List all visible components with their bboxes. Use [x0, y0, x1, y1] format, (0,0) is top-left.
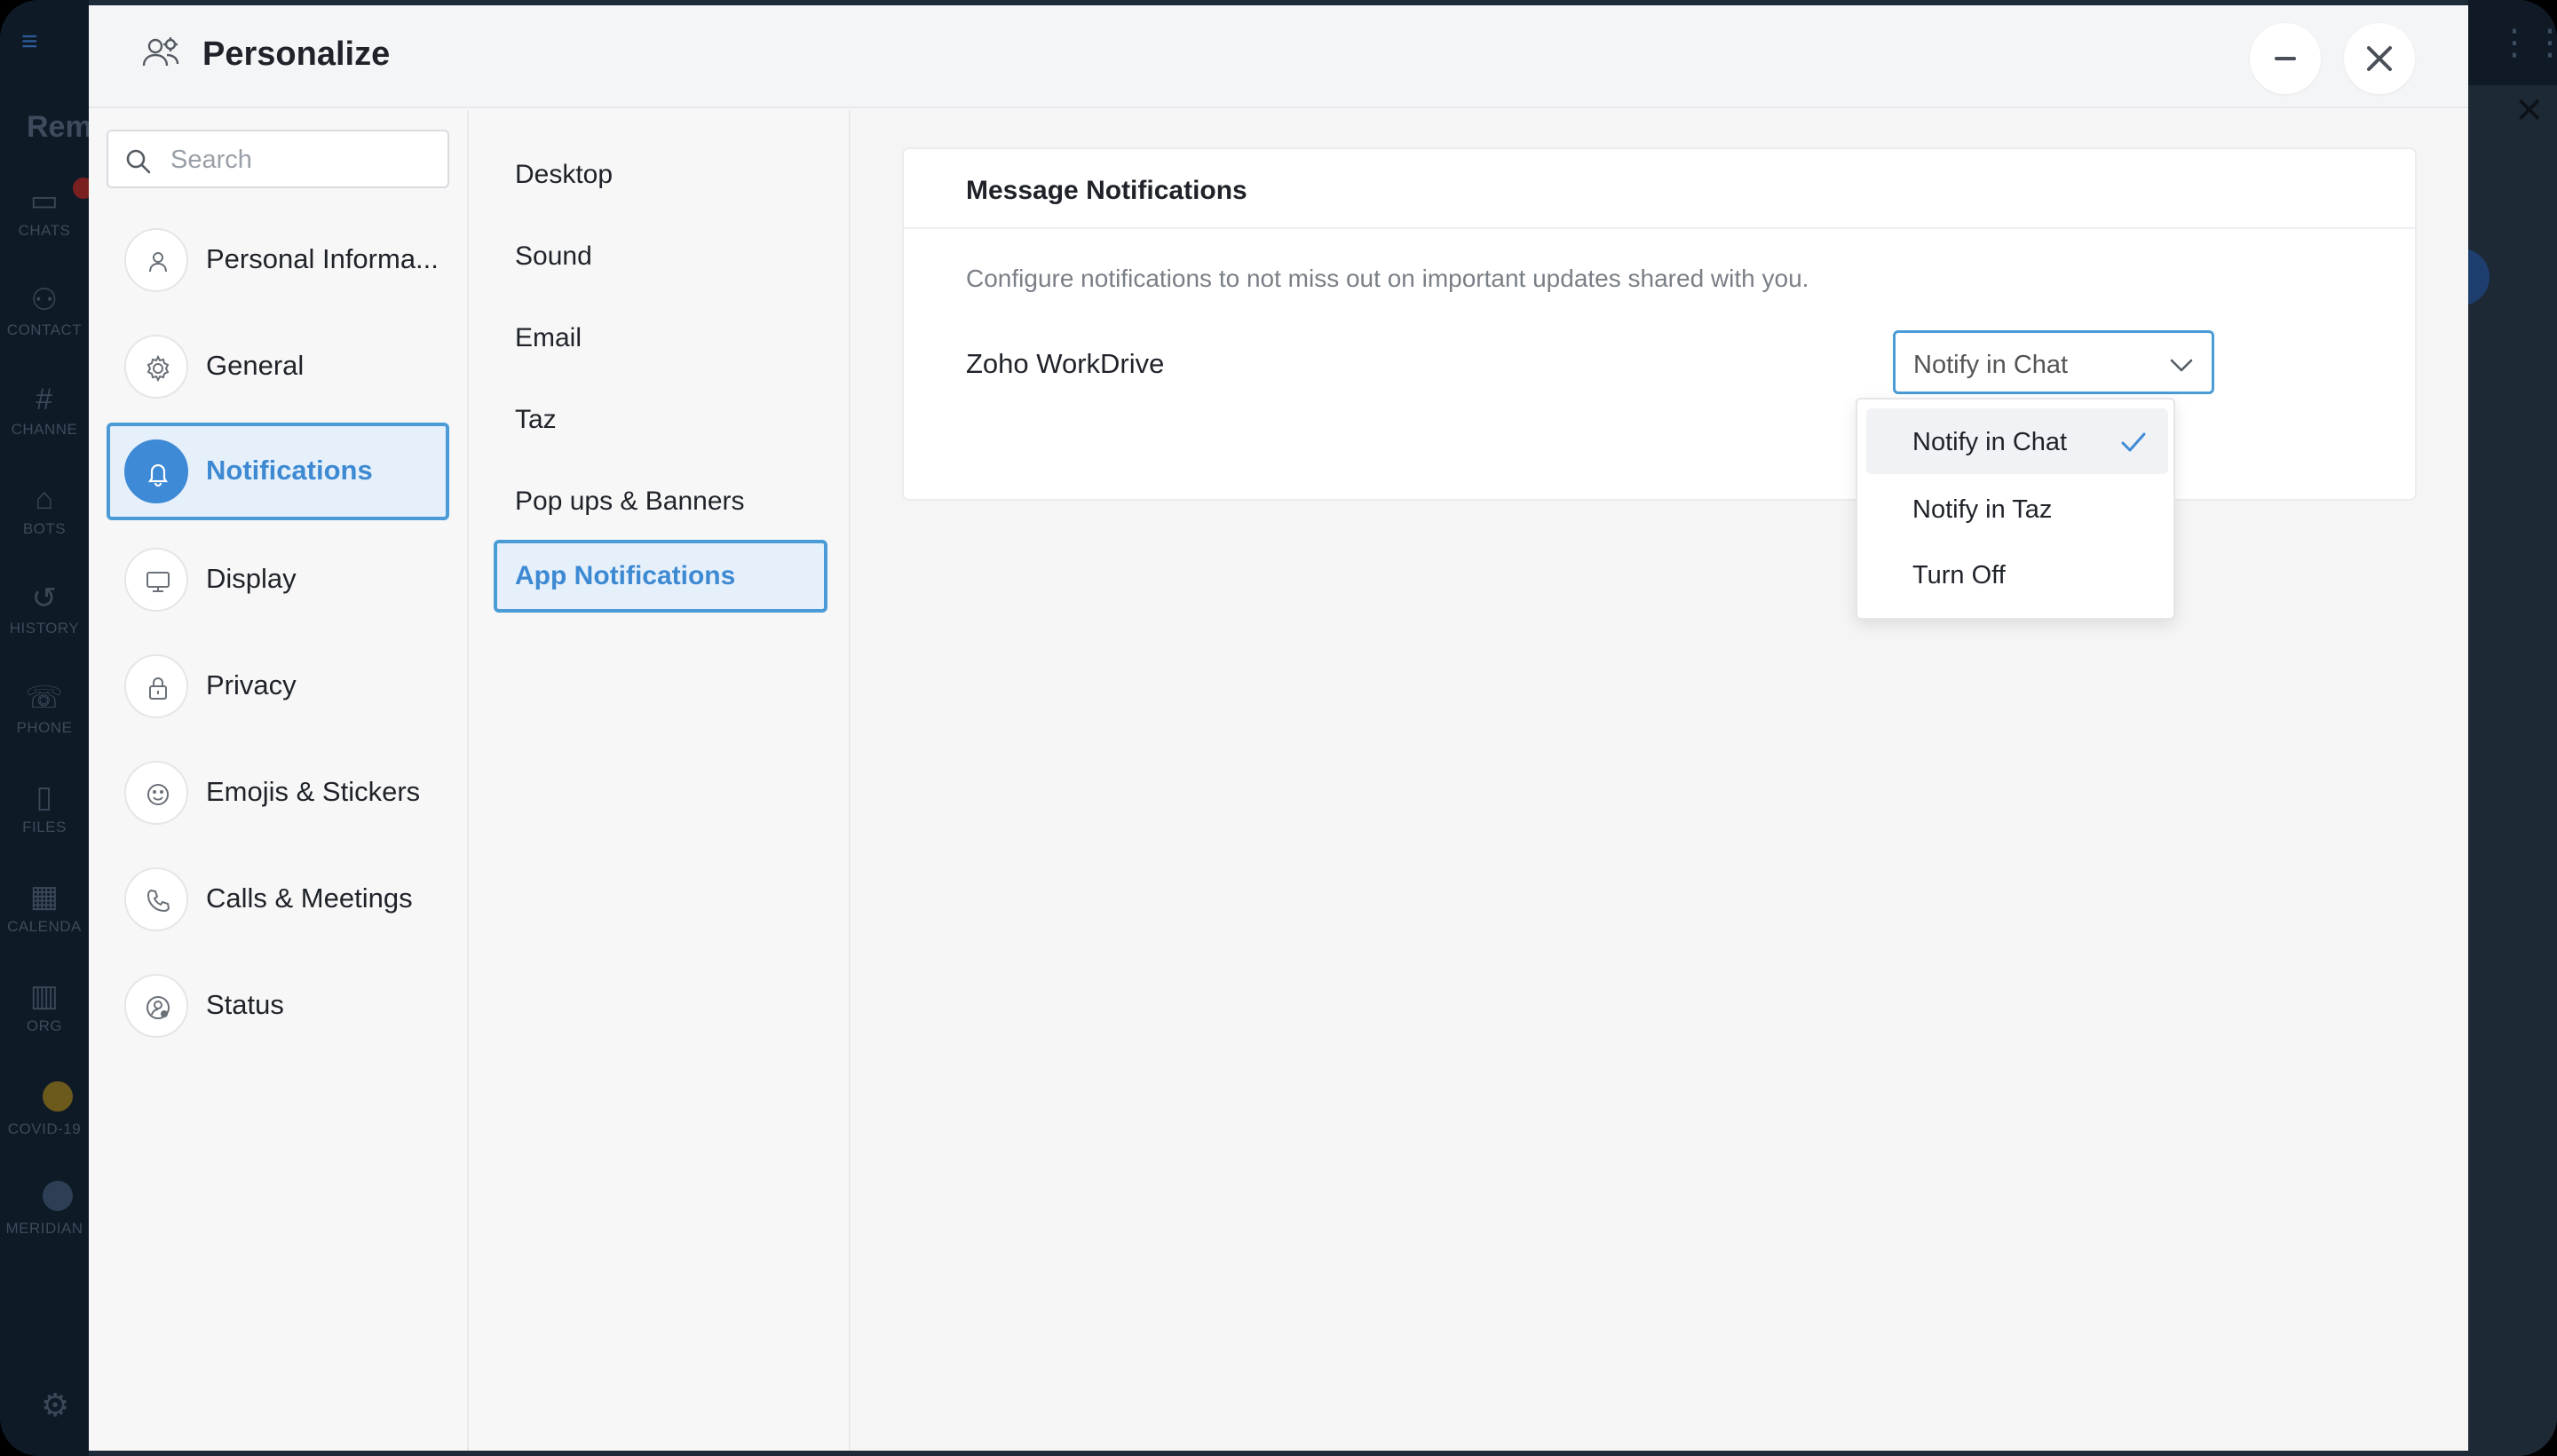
nav-item-personal-information[interactable]: Personal Informa...	[107, 211, 449, 309]
icon-circle	[124, 974, 188, 1038]
phone-icon	[146, 889, 170, 913]
notifications-subnav: Desktop Sound Email Taz Pop ups & Banner…	[471, 110, 851, 1451]
rail-item-files[interactable]: ▯ FILES	[0, 779, 89, 836]
smiley-icon	[147, 784, 169, 805]
subnav-item-sound[interactable]: Sound	[494, 220, 827, 293]
message-notifications-card: Message Notifications Configure notifica…	[902, 147, 2417, 501]
bot-icon: ⌂	[35, 482, 54, 516]
nav-item-label: Calls & Meetings	[206, 882, 413, 914]
search-icon	[126, 149, 151, 174]
search-box[interactable]	[107, 130, 449, 188]
nav-item-notifications[interactable]: Notifications	[107, 423, 449, 520]
monitor-icon	[146, 572, 170, 592]
minimize-button[interactable]	[2250, 23, 2321, 94]
nav-item-calls-meetings[interactable]: Calls & Meetings	[107, 851, 449, 948]
option-notify-in-taz[interactable]: Notify in Taz	[1866, 476, 2168, 542]
personalize-modal: Personalize Search Personal Informa... G…	[89, 5, 2468, 1451]
nav-item-status[interactable]: Status	[107, 957, 449, 1055]
rail-item-org[interactable]: ▥ ORG	[0, 978, 89, 1035]
bell-icon	[147, 463, 169, 487]
app-title-partial: Rem	[27, 110, 92, 144]
nav-item-label: Personal Informa...	[206, 243, 439, 274]
nav-item-label: Emojis & Stickers	[206, 776, 421, 807]
history-icon: ↺	[31, 582, 58, 615]
file-icon: ▯	[36, 780, 53, 814]
select-value: Notify in Chat	[1913, 351, 2069, 379]
user-icon	[149, 252, 167, 273]
app-grid-icon[interactable]: ⋮⋮	[2497, 25, 2557, 60]
card-header: Message Notifications	[904, 149, 2415, 229]
notification-mode-select[interactable]: Notify in Chat	[1893, 330, 2214, 394]
nav-item-label: Privacy	[206, 669, 297, 700]
nav-item-label: Status	[206, 989, 284, 1020]
nav-item-general[interactable]: General	[107, 318, 449, 415]
chevron-down-icon	[2170, 359, 2193, 372]
chat-icon: ▭	[29, 184, 59, 218]
status-icon	[146, 996, 170, 1019]
rail-item-meridian[interactable]: MERIDIAN	[0, 1220, 89, 1238]
org-icon: ▥	[29, 979, 59, 1013]
subnav-item-app-notifications[interactable]: App Notifications	[494, 540, 827, 613]
icon-circle	[124, 228, 188, 292]
icon-circle	[124, 548, 188, 612]
rail-item-phone[interactable]: ☏ PHONE	[0, 680, 89, 737]
gear-icon	[146, 354, 170, 383]
contact-icon: ⚇	[30, 283, 59, 317]
nav-item-display[interactable]: Display	[107, 531, 449, 629]
app-rail: ≡ Rem ▭ CHATS ⚇ CONTACT # CHANNE ⌂ BOTS …	[0, 0, 94, 1456]
search-input[interactable]	[170, 142, 437, 178]
menu-icon[interactable]: ≡	[21, 25, 53, 57]
rail-item-history[interactable]: ↺ HISTORY	[0, 581, 89, 637]
option-turn-off[interactable]: Turn Off	[1866, 542, 2168, 607]
nav-item-label: General	[206, 350, 305, 381]
rail-item-calendar[interactable]: ▦ CALENDA	[0, 879, 89, 936]
check-icon	[2121, 432, 2146, 452]
rail-item-channels[interactable]: # CHANNE	[0, 382, 89, 439]
modal-header: Personalize	[89, 5, 2468, 108]
subnav-item-email[interactable]: Email	[494, 302, 827, 375]
rail-item-bots[interactable]: ⌂ BOTS	[0, 481, 89, 538]
close-icon	[2367, 46, 2392, 71]
icon-circle	[124, 439, 188, 503]
gear-icon[interactable]: ⚙	[41, 1387, 69, 1424]
icon-circle	[124, 335, 188, 399]
icon-circle	[124, 654, 188, 718]
background-content	[2468, 0, 2557, 1456]
nav-item-emojis-stickers[interactable]: Emojis & Stickers	[107, 744, 449, 842]
settings-nav: Personal Informa... General Notific	[89, 110, 469, 1451]
settings-content: Message Notifications Configure notifica…	[852, 110, 2468, 1451]
covid-icon	[43, 1081, 73, 1112]
rail-item-chats[interactable]: ▭ CHATS	[0, 183, 89, 240]
icon-circle	[124, 867, 188, 931]
screen-frame: ≡ Rem ▭ CHATS ⚇ CONTACT # CHANNE ⌂ BOTS …	[0, 0, 2557, 1456]
lock-icon	[149, 677, 167, 700]
nav-item-label: Display	[206, 563, 297, 594]
card-description: Configure notifications to not miss out …	[966, 265, 1809, 292]
phone-icon: ☏	[25, 681, 64, 715]
icon-circle	[124, 761, 188, 825]
subnav-item-popups-banners[interactable]: Pop ups & Banners	[494, 465, 827, 538]
background-close-icon: ✕	[2514, 91, 2545, 131]
hash-icon: #	[36, 383, 53, 416]
nav-item-label: Notifications	[206, 455, 373, 486]
users-gear-icon	[142, 37, 179, 67]
app-name-label: Zoho WorkDrive	[966, 348, 1165, 379]
rail-item-covid[interactable]: COVID-19	[0, 1120, 89, 1138]
nav-item-privacy[interactable]: Privacy	[107, 637, 449, 735]
rail-item-contacts[interactable]: ⚇ CONTACT	[0, 282, 89, 339]
close-button[interactable]	[2344, 23, 2415, 94]
minus-icon	[2275, 57, 2296, 60]
meridian-icon	[43, 1181, 73, 1211]
subnav-item-desktop[interactable]: Desktop	[494, 138, 827, 211]
subnav-item-taz[interactable]: Taz	[494, 384, 827, 456]
calendar-icon: ▦	[29, 880, 59, 914]
notification-mode-dropdown: Notify in Chat Notify in Taz Turn Off	[1856, 398, 2175, 620]
card-title: Message Notifications	[966, 176, 1247, 205]
modal-title: Personalize	[202, 36, 391, 73]
option-notify-in-chat[interactable]: Notify in Chat	[1866, 408, 2168, 474]
